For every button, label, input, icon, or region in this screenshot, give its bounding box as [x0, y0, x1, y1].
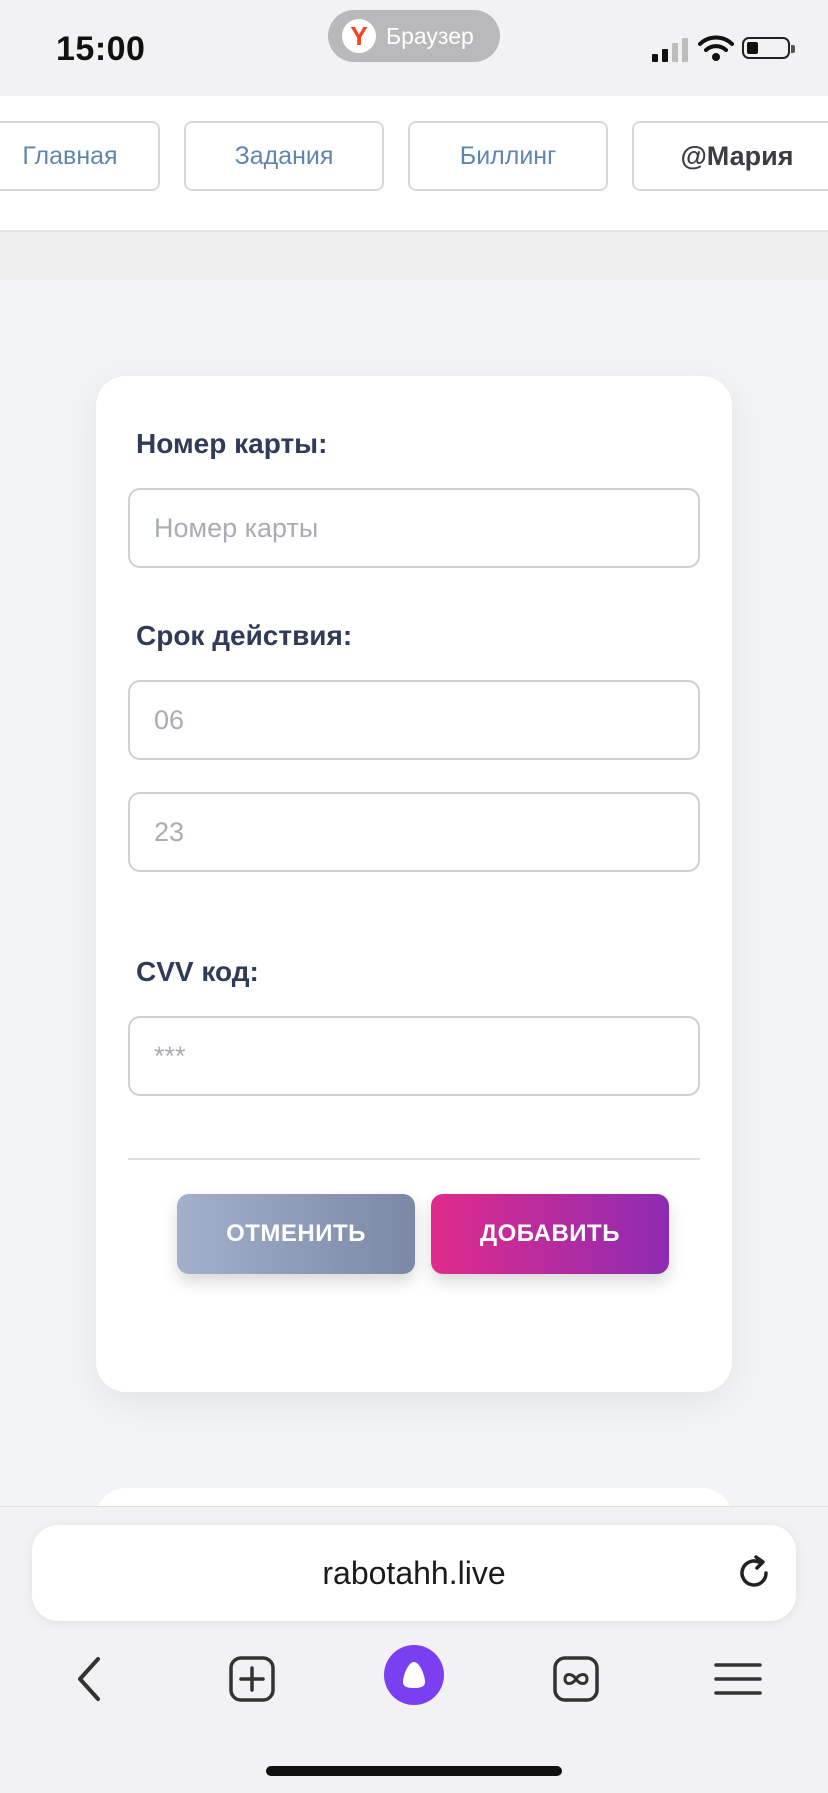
- address-bar[interactable]: rabotahh.live: [32, 1525, 796, 1621]
- tab-profile[interactable]: @Мария: [632, 121, 828, 191]
- tab-home[interactable]: Главная: [0, 121, 160, 191]
- expiry-label: Срок действия:: [136, 620, 353, 651]
- reload-icon[interactable]: [734, 1553, 774, 1593]
- tab-billing[interactable]: Биллинг: [408, 121, 608, 191]
- add-card-form: Номер карты: Номер карты Срок действия: …: [96, 376, 732, 1392]
- nav-separator-band: [0, 232, 828, 280]
- address-bar-url: rabotahh.live: [322, 1554, 506, 1591]
- home-indicator: [266, 1766, 562, 1776]
- top-navigation: Главная Задания Биллинг @Мария: [0, 96, 828, 232]
- cellular-signal-icon: [652, 38, 688, 62]
- browser-toolbar: rabotahh.live: [0, 1506, 828, 1793]
- cvv-input[interactable]: ***: [128, 1016, 700, 1096]
- tab-tasks[interactable]: Задания: [184, 121, 384, 191]
- alice-icon[interactable]: [384, 1645, 444, 1705]
- new-tab-icon[interactable]: [222, 1649, 282, 1709]
- cvv-label: CVV код:: [136, 956, 259, 987]
- card-number-label: Номер карты:: [136, 428, 328, 459]
- back-icon[interactable]: [60, 1649, 120, 1709]
- status-bar: 15:00 Y Браузер: [0, 0, 828, 96]
- cancel-button[interactable]: ОТМЕНИТЬ: [177, 1194, 415, 1274]
- status-time: 15:00: [56, 30, 146, 68]
- expiry-year-input[interactable]: 23: [128, 792, 700, 872]
- tabs-icon[interactable]: [546, 1649, 606, 1709]
- wifi-icon: [698, 35, 734, 61]
- browser-indicator[interactable]: Y Браузер: [328, 10, 500, 62]
- browser-indicator-label: Браузер: [386, 22, 474, 49]
- card-number-input[interactable]: Номер карты: [128, 488, 700, 568]
- menu-icon[interactable]: [708, 1649, 768, 1709]
- add-button[interactable]: ДОБАВИТЬ: [431, 1194, 669, 1274]
- expiry-month-input[interactable]: 06: [128, 680, 700, 760]
- yandex-logo-icon: Y: [342, 19, 376, 53]
- battery-icon: [742, 37, 795, 59]
- form-divider: [128, 1158, 700, 1160]
